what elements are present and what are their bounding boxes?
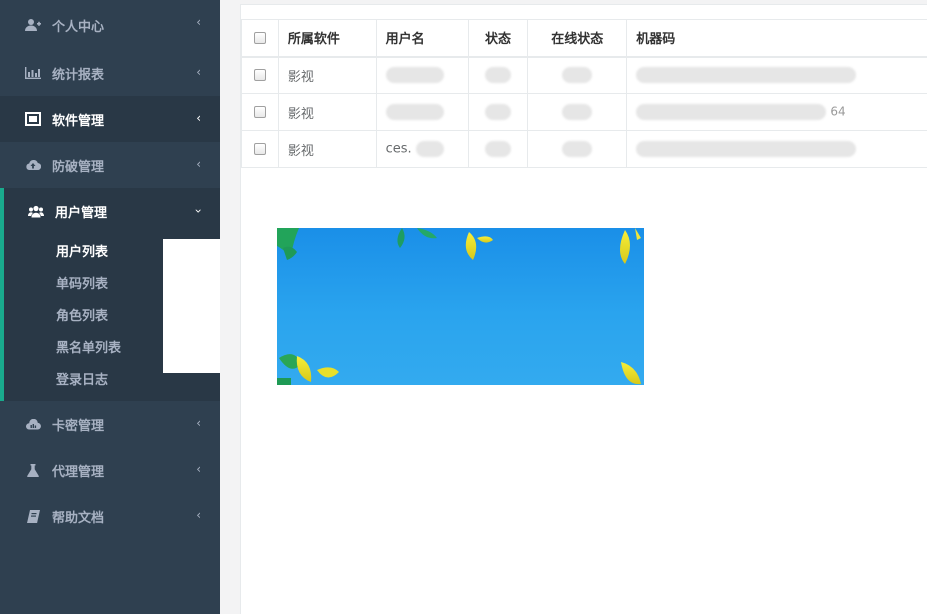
nav-help-docs[interactable]: 帮助文档 ‹ (0, 493, 220, 539)
cell-online (527, 56, 628, 94)
bar-chart-icon (25, 66, 41, 80)
banner-image (277, 228, 644, 385)
cell-username (375, 56, 469, 94)
leaves-illustration (277, 228, 641, 385)
table-row[interactable]: 影视 64 (241, 93, 927, 131)
row-checkbox[interactable] (253, 106, 266, 118)
chevron-left-icon: ‹ (196, 508, 201, 522)
chevron-left-icon: ‹ (196, 111, 201, 125)
cell-machine-code: 64 (626, 93, 927, 131)
table-row[interactable]: 影视 (241, 56, 927, 94)
redacted-machine-code (636, 67, 857, 84)
chevron-left-icon: ‹ (196, 157, 201, 171)
redacted-username (415, 141, 444, 157)
column-header-status[interactable]: 状态 (467, 19, 529, 58)
cell-software: 影视 (277, 130, 377, 168)
chevron-left-icon: ‹ (196, 15, 201, 29)
user-plus-icon (25, 18, 41, 32)
redacted-status (484, 104, 511, 120)
nav-label: 代理管理 (52, 464, 105, 480)
cell-username: ces. (375, 130, 469, 168)
cloud-upload-icon (25, 158, 41, 172)
cell-machine-code (626, 56, 927, 94)
users-icon (28, 204, 44, 218)
row-select-cell (241, 93, 279, 131)
username-prefix: ces. (385, 141, 412, 157)
redacted-online (562, 141, 593, 157)
redacted-username (385, 104, 444, 120)
select-all-cell (241, 19, 279, 58)
column-header-software[interactable]: 所属软件 (277, 19, 377, 58)
nav-software-management[interactable]: 软件管理 ‹ (0, 96, 220, 142)
flask-icon (25, 463, 41, 477)
nav-statistics[interactable]: 统计报表 ‹ (0, 50, 220, 96)
window-icon (25, 112, 41, 126)
overlay-panel (163, 239, 220, 373)
cell-online (527, 93, 628, 131)
nav-label: 软件管理 (52, 113, 105, 129)
redacted-status (484, 67, 511, 84)
nav-label: 卡密管理 (52, 418, 105, 434)
cell-status (467, 93, 529, 131)
redacted-machine-code (636, 104, 827, 120)
row-select-cell (241, 130, 279, 168)
redacted-username (385, 67, 444, 84)
nav-label: 个人中心 (52, 19, 105, 35)
chevron-left-icon: ‹ (196, 462, 201, 476)
cloud-icon (25, 417, 41, 431)
nav-personal-center[interactable]: 个人中心 ‹ (0, 0, 220, 50)
redacted-status (484, 141, 511, 157)
nav-label: 统计报表 (52, 67, 105, 83)
nav-agent-management[interactable]: 代理管理 ‹ (0, 447, 220, 493)
cell-software: 影视 (277, 93, 377, 131)
nav-user-management[interactable]: 用户管理 › (4, 188, 220, 234)
nav-anti-crack[interactable]: 防破管理 ‹ (0, 142, 220, 188)
chevron-left-icon: ‹ (196, 416, 201, 430)
book-icon (25, 509, 41, 523)
column-header-online[interactable]: 在线状态 (527, 19, 628, 58)
machine-code-tail: 64 (830, 104, 846, 119)
nav-label: 用户管理 (55, 205, 108, 221)
cell-software: 影视 (277, 56, 377, 94)
redacted-machine-code (636, 141, 857, 157)
table-row[interactable]: 影视 ces. (241, 130, 927, 168)
row-checkbox[interactable] (253, 143, 266, 155)
column-header-machine-code[interactable]: 机器码 (626, 19, 927, 58)
user-table: 所属软件 用户名 状态 在线状态 机器码 影视 影视 64 影视 ces. (241, 19, 927, 168)
table-header-row: 所属软件 用户名 状态 在线状态 机器码 (241, 19, 927, 58)
column-header-username[interactable]: 用户名 (375, 19, 469, 58)
nav-label: 防破管理 (52, 159, 105, 175)
select-all-checkbox[interactable] (253, 31, 266, 44)
nav-label: 帮助文档 (52, 510, 105, 526)
chevron-down-icon: › (191, 208, 206, 214)
cell-machine-code (626, 130, 927, 168)
cell-username (375, 93, 469, 131)
row-checkbox[interactable] (253, 69, 266, 82)
chevron-left-icon: ‹ (196, 65, 201, 79)
cell-status (467, 56, 529, 94)
cell-status (467, 130, 529, 168)
redacted-online (562, 67, 593, 84)
nav-card-management[interactable]: 卡密管理 ‹ (0, 401, 220, 447)
cell-online (527, 130, 628, 168)
redacted-online (562, 104, 593, 120)
row-select-cell (241, 56, 279, 94)
